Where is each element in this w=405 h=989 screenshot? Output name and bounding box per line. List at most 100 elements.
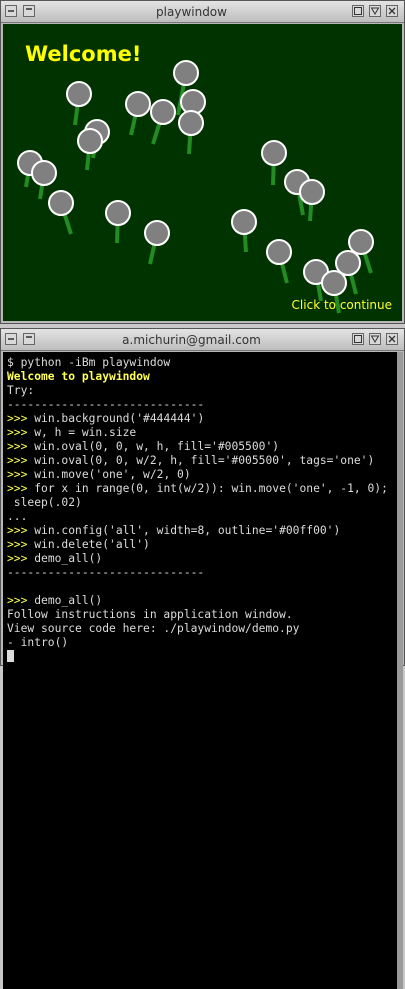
- menu-icon: [8, 10, 14, 12]
- prompt-marker: >>>: [7, 482, 35, 495]
- terminal-line-text: win.oval(0, 0, w, h, fill='#005500'): [34, 440, 280, 453]
- prompt-marker: >>>: [7, 440, 35, 453]
- maximize-icon: [354, 7, 362, 15]
- flower-head: [266, 239, 292, 265]
- terminal-line: -----------------------------: [7, 566, 388, 580]
- text-cursor: [7, 650, 14, 662]
- terminal-line: Try:: [7, 384, 388, 398]
- prompt-marker: >>>: [7, 454, 35, 467]
- flower-head: [231, 209, 257, 235]
- flower: [261, 140, 287, 186]
- terminal-line-text: Follow instructions in application windo…: [7, 608, 293, 621]
- flower-head: [173, 60, 199, 86]
- flower-head: [261, 140, 287, 166]
- prompt-marker: >>>: [7, 524, 35, 537]
- minimize-button[interactable]: [369, 333, 381, 345]
- window-menu-button[interactable]: [5, 5, 17, 17]
- window-menu-button[interactable]: [5, 333, 17, 345]
- flower: [105, 200, 131, 244]
- flower: [266, 239, 292, 284]
- terminal-line-text: win.config('all', width=8, outline='#00f…: [34, 524, 341, 537]
- prompt-marker: >>>: [7, 412, 35, 425]
- flower-head: [66, 81, 92, 107]
- close-button[interactable]: [386, 5, 398, 17]
- prompt-marker: >>>: [7, 426, 35, 439]
- flower: [144, 220, 170, 265]
- terminal-line: >>> w, h = win.size: [7, 426, 388, 440]
- terminal-cursor-line: [7, 650, 388, 664]
- window-shade-button[interactable]: [23, 5, 35, 17]
- prompt-marker: >>>: [7, 538, 35, 551]
- terminal-line-text: win.background('#444444'): [34, 412, 205, 425]
- terminal-window: a.michurin@gmail.com $ python -iBm playw…: [0, 328, 405, 989]
- flower: [77, 128, 103, 171]
- terminal-line-text: Welcome to playwindow: [7, 370, 150, 383]
- prompt-marker: >>>: [7, 468, 35, 481]
- close-button[interactable]: [386, 333, 398, 345]
- flower-head: [150, 99, 176, 125]
- flower-head: [105, 200, 131, 226]
- terminal-line: - intro(): [7, 636, 388, 650]
- terminal-line: Welcome to playwindow: [7, 370, 388, 384]
- terminal-line-text: sleep(.02): [7, 496, 82, 509]
- terminal-output[interactable]: $ python -iBm playwindow Welcome to playw…: [3, 352, 398, 989]
- maximize-button[interactable]: [352, 5, 364, 17]
- window-title: a.michurin@gmail.com: [122, 333, 261, 347]
- terminal-titlebar[interactable]: a.michurin@gmail.com: [1, 329, 404, 351]
- terminal-line-text: -----------------------------: [7, 398, 205, 411]
- terminal-line: Follow instructions in application windo…: [7, 608, 388, 622]
- flower-head: [144, 220, 170, 246]
- flower-head: [178, 110, 204, 136]
- minimize-button[interactable]: [369, 5, 381, 17]
- flower: [150, 99, 176, 145]
- flower-head: [31, 160, 57, 186]
- terminal-line-text: win.oval(0, 0, w/2, h, fill='#005500', t…: [34, 454, 375, 467]
- shade-icon: [26, 336, 32, 338]
- terminal-line-text: -----------------------------: [7, 566, 205, 579]
- terminal-line-text: - intro(): [7, 636, 69, 649]
- minimize-icon: [370, 335, 380, 343]
- flower: [231, 209, 257, 253]
- shade-icon: [26, 8, 32, 10]
- prompt-marker: >>>: [7, 594, 35, 607]
- flower: [66, 81, 92, 126]
- terminal-line-text: win.move('one', w/2, 0): [34, 468, 191, 481]
- play-canvas[interactable]: Welcome! Click to continue: [3, 24, 402, 321]
- terminal-line-text: Try:: [7, 384, 35, 397]
- flower: [48, 190, 74, 235]
- flower-head: [335, 250, 361, 276]
- terminal-line: sleep(.02): [7, 496, 388, 510]
- terminal-line: >>> demo_all(): [7, 594, 388, 608]
- terminal-line-text: w, h = win.size: [34, 426, 137, 439]
- terminal-line: >>> win.oval(0, 0, w/2, h, fill='#005500…: [7, 454, 388, 468]
- terminal-line-text: demo_all(): [34, 594, 103, 607]
- terminal-scrollbar[interactable]: [397, 352, 403, 989]
- flower-head: [48, 190, 74, 216]
- prompt-marker: >>>: [7, 552, 35, 565]
- terminal-line: >>> win.config('all', width=8, outline='…: [7, 524, 388, 538]
- flower-head: [77, 128, 103, 154]
- maximize-button[interactable]: [352, 333, 364, 345]
- terminal-line: $ python -iBm playwindow: [7, 356, 388, 370]
- flower-field: [17, 60, 374, 314]
- play-window: playwindow Welcome! Click to continue: [0, 0, 405, 324]
- terminal-line-text: ...: [7, 510, 28, 523]
- terminal-line-text: win.delete('all'): [34, 538, 150, 551]
- flower-head: [299, 179, 325, 205]
- terminal-line: >>> win.background('#444444'): [7, 412, 388, 426]
- welcome-heading: Welcome!: [25, 42, 142, 66]
- play-window-titlebar[interactable]: playwindow: [1, 1, 404, 23]
- window-shade-button[interactable]: [23, 333, 35, 345]
- terminal-line: >>> win.delete('all'): [7, 538, 388, 552]
- flower: [125, 91, 151, 136]
- terminal-line: >>> for x in range(0, int(w/2)): win.mov…: [7, 482, 388, 496]
- click-to-continue-link[interactable]: Click to continue: [292, 298, 392, 312]
- close-icon: [388, 335, 396, 343]
- maximize-icon: [354, 335, 362, 343]
- terminal-line: >>> win.move('one', w/2, 0): [7, 468, 388, 482]
- terminal-line-text: View source code here: ./playwindow/demo…: [7, 622, 300, 635]
- terminal-line-text: for x in range(0, int(w/2)): win.move('o…: [34, 482, 388, 495]
- flower-head: [125, 91, 151, 117]
- terminal-lines: $ python -iBm playwindow Welcome to playw…: [7, 356, 388, 664]
